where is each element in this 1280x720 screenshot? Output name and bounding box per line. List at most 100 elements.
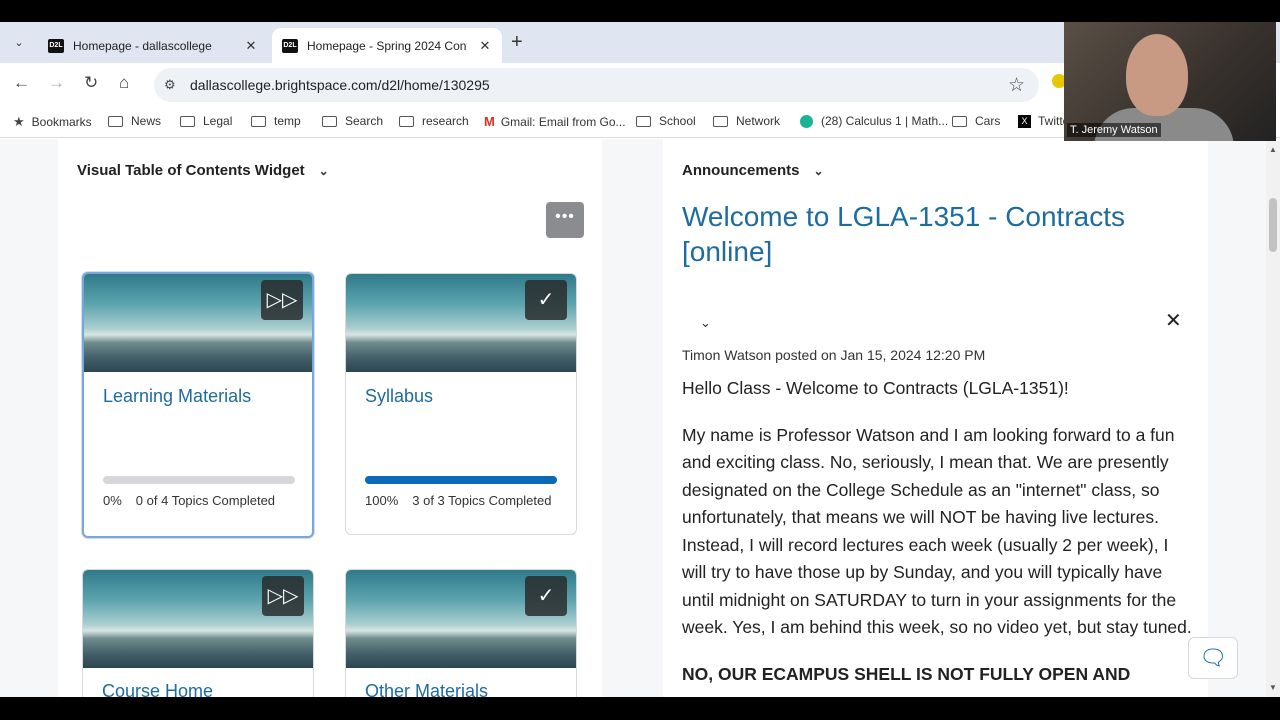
page-content: Visual Table of Contents Widget ⌄ ••• ▷▷ … [0,139,1280,697]
announcement-body: Hello Class - Welcome to Contracts (LGLA… [682,375,1192,697]
presenter-face [1126,34,1188,116]
site-favicon-icon [800,114,813,128]
bookmark-legal[interactable]: Legal [180,114,232,128]
page-scrollbar[interactable]: ▲ ▼ [1266,141,1280,697]
home-icon[interactable]: ⌂ [119,73,129,93]
checkmark-icon: ✓ [525,576,567,616]
bookmark-network[interactable]: Network [713,114,780,128]
new-tab-icon[interactable]: + [511,32,523,52]
card-title[interactable]: Learning Materials [103,386,251,407]
bookmark-label: Gmail: Email from Go... [500,114,626,129]
tab-homepage-spring-2024[interactable]: D2L Homepage - Spring 2024 Contract ✕ [272,28,502,63]
bookmark-label: temp [274,114,301,128]
presenter-name: T. Jeremy Watson [1067,123,1161,137]
intro-paragraph: My name is Professor Watson and I am loo… [682,424,1192,638]
card-course-home[interactable]: ▷▷ Course Home [82,569,314,697]
scroll-down-icon[interactable]: ▼ [1269,683,1277,692]
x-logo-icon: X [1018,114,1031,128]
folder-icon [251,115,266,127]
tab-homepage-dallascollege[interactable]: D2L Homepage - dallascollege ✕ [38,28,268,63]
bookmark-label: Bookmarks [31,115,92,129]
announcement-meta: Timon Watson posted on Jan 15, 2024 12:2… [682,347,986,363]
bookmark-label: Network [736,114,781,128]
chevron-down-icon[interactable]: ⌄ [319,164,329,178]
progress-percent: 100% [365,493,399,508]
widget-header[interactable]: Visual Table of Contents Widget ⌄ [77,162,329,179]
tab-title: Homepage - dallascollege [73,38,212,53]
more-options-button[interactable]: ••• [546,202,584,238]
bookmark-label: Search [345,114,384,128]
progress-status: 3 of 3 Topics Completed [412,493,552,508]
card-other-materials[interactable]: ✓ Other Materials [345,569,577,697]
chevron-down-icon[interactable]: ⌄ [814,164,824,178]
gmail-icon: M [484,114,495,129]
progress-percent: 0% [103,493,122,508]
widget-header[interactable]: Announcements ⌄ [682,162,824,179]
bookmark-label: (28) Calculus 1 | Math... [821,114,949,128]
reload-icon[interactable]: ↻ [84,73,98,93]
progress-fill [365,476,557,484]
close-tab-icon[interactable]: ✕ [477,38,493,54]
folder-icon [108,115,123,127]
bookmark-research[interactable]: research [399,114,469,128]
fast-forward-icon: ▷▷ [262,576,304,616]
card-learning-materials[interactable]: ▷▷ Learning Materials 0% 0 of 4 Topics Co… [82,272,314,538]
folder-icon [713,115,728,127]
bookmark-search[interactable]: Search [322,114,383,128]
card-syllabus[interactable]: ✓ Syllabus 100% 3 of 3 Topics Completed [345,273,577,535]
dismiss-close-icon[interactable]: ✕ [1165,308,1182,333]
close-tab-icon[interactable]: ✕ [243,38,259,54]
scroll-up-icon[interactable]: ▲ [1269,145,1277,154]
bookmark-all[interactable]: ★ Bookmarks [13,114,92,130]
bookmark-school[interactable]: School [636,114,696,128]
folder-icon [180,115,195,127]
forward-icon[interactable]: → [48,73,65,93]
bookmark-label: Cars [975,114,1001,128]
d2l-favicon-icon: D2L [48,38,64,53]
folder-icon [322,115,337,127]
bookmark-cars[interactable]: Cars [952,114,1000,128]
bookmark-gmail[interactable]: M Gmail: Email from Go... [484,114,626,129]
progress-bar [103,476,295,484]
folder-icon [636,115,651,127]
greeting-paragraph: Hello Class - Welcome to Contracts (LGLA… [682,378,1069,398]
fast-forward-icon: ▷▷ [261,280,303,320]
bookmark-news[interactable]: News [108,114,161,128]
expand-chevron-icon[interactable]: ⌄ [700,315,711,331]
bookmark-star-icon[interactable]: ☆ [1008,74,1025,97]
chat-button[interactable]: 🗨 [1188,637,1238,679]
widget-title: Visual Table of Contents Widget [77,162,305,179]
bookmark-label: News [131,114,162,128]
bookmark-temp[interactable]: temp [251,114,301,128]
bookmark-twitter[interactable]: X Twitte [1018,114,1069,128]
folder-icon [399,115,414,127]
webcam-overlay: T. Jeremy Watson [1064,22,1276,141]
url-text[interactable]: dallascollege.brightspace.com/d2l/home/1… [190,77,490,93]
bookmark-label: School [659,114,696,128]
widget-title: Announcements [682,162,800,179]
chat-bubble-icon: 🗨 [1199,645,1227,670]
progress-status: 0 of 4 Topics Completed [135,493,276,508]
progress-bar [365,476,557,484]
announcement-title[interactable]: Welcome to LGLA-1351 - Contracts [online… [682,199,1182,269]
announcements-widget: Announcements ⌄ Welcome to LGLA-1351 - Co… [663,139,1208,697]
bookmark-label: Legal [203,114,233,128]
card-title[interactable]: Course Home [102,681,213,697]
notice-paragraph: NO, OUR ECAMPUS SHELL IS NOT FULLY OPEN … [682,663,1131,684]
scroll-thumb[interactable] [1269,198,1277,252]
bookmark-calculus[interactable]: (28) Calculus 1 | Math... [800,114,948,128]
bookmark-label: research [422,114,469,128]
card-title[interactable]: Syllabus [365,386,433,407]
visual-toc-widget: Visual Table of Contents Widget ⌄ ••• ▷▷ … [58,139,602,697]
back-icon[interactable]: ← [13,73,30,93]
checkmark-icon: ✓ [525,280,567,320]
progress-text: 100% 3 of 3 Topics Completed [365,493,565,508]
card-title[interactable]: Other Materials [365,681,488,697]
folder-icon [952,115,967,127]
tab-title: Homepage - Spring 2024 Contract [307,38,467,53]
site-info-icon[interactable]: ⚙ [164,77,176,93]
d2l-favicon-icon: D2L [282,38,298,53]
address-bar[interactable]: ⚙ dallascollege.brightspace.com/d2l/home… [154,68,1039,102]
tab-search-chevron-icon[interactable]: ⌄ [8,31,30,53]
star-icon: ★ [13,114,25,129]
